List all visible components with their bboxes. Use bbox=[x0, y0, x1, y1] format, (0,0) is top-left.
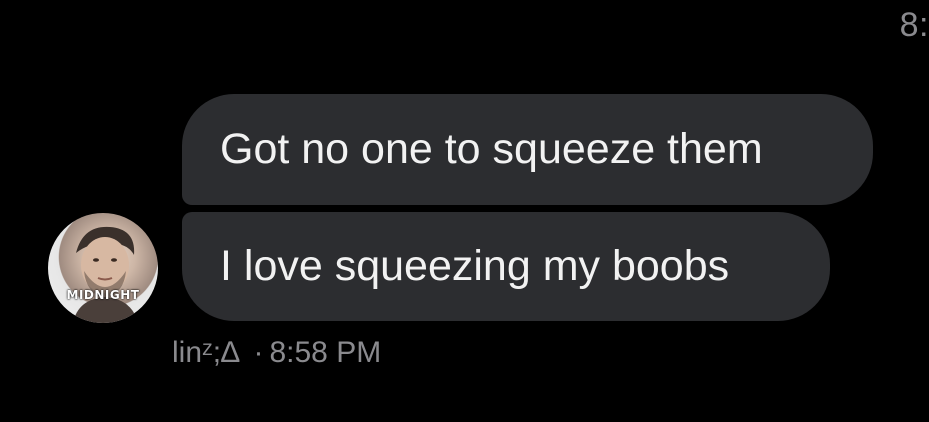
message-meta: linᶻ;∆ · 8:58 PM bbox=[172, 336, 381, 370]
avatar-portrait-icon bbox=[73, 226, 138, 323]
message-time: 8:58 PM bbox=[269, 336, 382, 369]
message-bubble[interactable]: I love squeezing my boobs bbox=[182, 212, 830, 321]
message-text: I love squeezing my boobs bbox=[220, 242, 730, 290]
meta-separator: · bbox=[253, 336, 264, 369]
message-bubble[interactable]: Got no one to squeeze them bbox=[182, 94, 873, 205]
avatar-caption: MIDNIGHT bbox=[66, 288, 140, 302]
message-text: Got no one to squeeze them bbox=[220, 125, 763, 173]
avatar[interactable]: MIDNIGHT bbox=[48, 213, 158, 323]
sender-name[interactable]: linᶻ;∆ bbox=[172, 336, 239, 370]
timestamp-partial: 8: bbox=[899, 6, 929, 44]
